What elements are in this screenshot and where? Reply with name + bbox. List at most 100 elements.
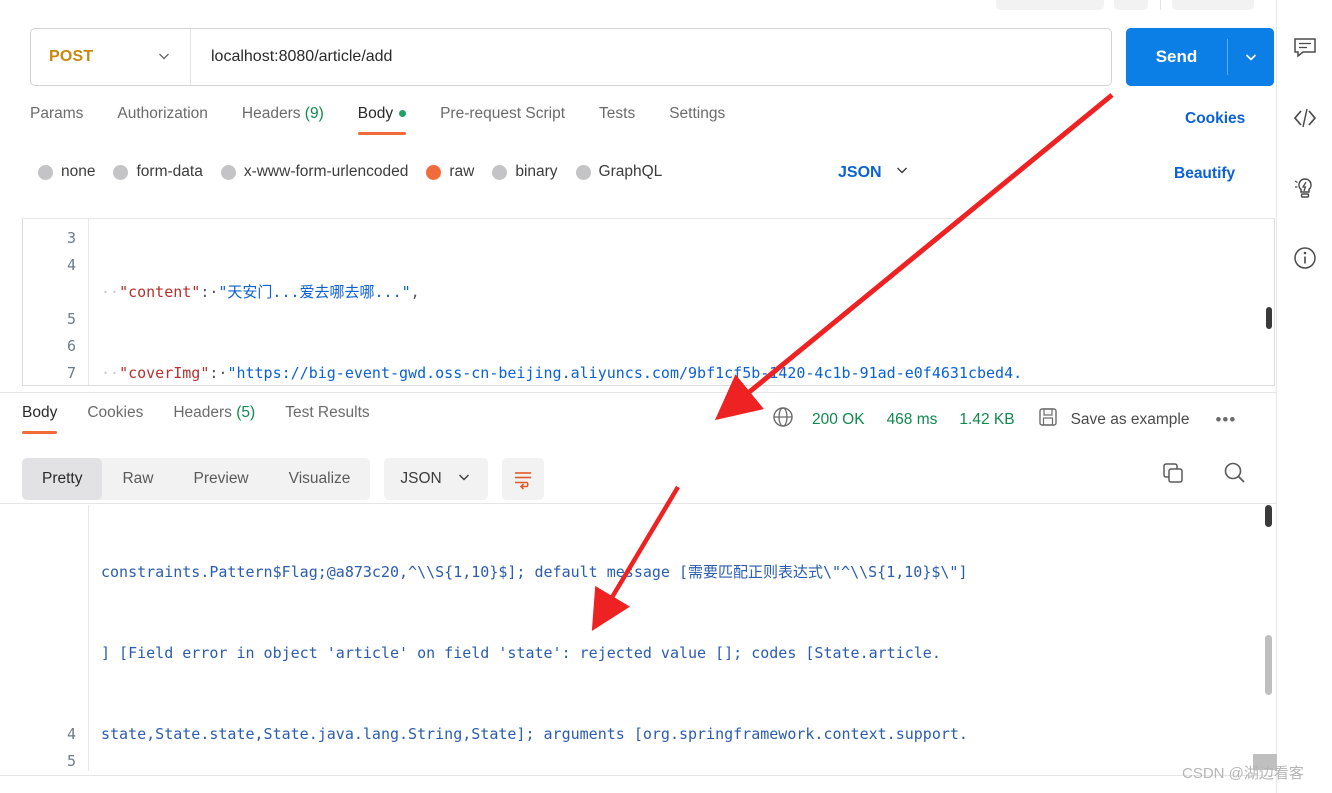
body-type-urlencoded-label: x-www-form-urlencoded bbox=[243, 163, 409, 180]
line-number bbox=[22, 667, 76, 694]
save-as-example-button[interactable]: Save as example bbox=[1071, 411, 1190, 429]
tab-headers-count: (9) bbox=[304, 105, 324, 122]
body-format-label: JSON bbox=[838, 163, 882, 181]
body-type-graphql-label: GraphQL bbox=[598, 163, 663, 180]
line-number bbox=[22, 586, 76, 613]
request-url-input[interactable] bbox=[191, 29, 1111, 85]
wrap-lines-icon[interactable] bbox=[501, 458, 544, 500]
line-number: 7 bbox=[66, 364, 76, 382]
response-actions bbox=[1160, 460, 1248, 491]
radio-raw-icon bbox=[426, 164, 442, 180]
response-line: ] [Field error in object 'article' on fi… bbox=[101, 644, 941, 662]
body-format-selector[interactable]: JSON bbox=[838, 162, 910, 183]
line-number: 6 bbox=[66, 337, 76, 355]
bottom-divider bbox=[0, 775, 1276, 776]
section-divider bbox=[0, 392, 1276, 393]
response-format-selector[interactable]: JSON bbox=[384, 458, 488, 500]
body-type-form-data[interactable]: form-data bbox=[113, 163, 203, 181]
send-button-group: Send bbox=[1126, 28, 1274, 86]
more-options-icon[interactable]: ••• bbox=[1215, 410, 1236, 430]
radio-graphql-icon bbox=[575, 164, 591, 180]
watermark: CSDN @湖边看客 bbox=[1182, 765, 1304, 782]
tab-headers[interactable]: Headers (9) bbox=[242, 105, 324, 135]
top-toolbar-strip bbox=[0, 0, 1332, 12]
line-number bbox=[23, 279, 76, 306]
view-mode-visualize[interactable]: Visualize bbox=[269, 458, 371, 500]
body-type-none-label: none bbox=[61, 163, 96, 180]
tab-tests-label: Tests bbox=[599, 105, 636, 122]
line-number: 5 bbox=[66, 752, 76, 770]
top-chip-1[interactable] bbox=[996, 0, 1104, 10]
body-type-binary-label: binary bbox=[515, 163, 558, 180]
chevron-down-icon bbox=[156, 48, 172, 67]
http-method-selector[interactable]: POST bbox=[31, 29, 191, 85]
view-mode-pretty[interactable]: Pretty bbox=[22, 458, 103, 500]
request-editor-gutter: 3 4 5 6 7 bbox=[23, 219, 89, 385]
tab-authorization[interactable]: Authorization bbox=[117, 105, 207, 135]
top-chip-2[interactable] bbox=[1114, 0, 1148, 10]
json-key: "content" bbox=[119, 283, 201, 301]
body-type-form-data-label: form-data bbox=[136, 163, 203, 180]
response-scrollbar[interactable] bbox=[1265, 635, 1272, 695]
search-icon[interactable] bbox=[1222, 460, 1248, 491]
response-tab-headers-label: Headers bbox=[173, 404, 232, 421]
response-scrollbar-top[interactable] bbox=[1265, 505, 1272, 527]
body-present-dot-icon bbox=[399, 110, 407, 118]
tab-headers-label: Headers bbox=[241, 105, 301, 122]
top-chip-3[interactable] bbox=[1172, 0, 1254, 10]
line-number bbox=[22, 532, 76, 559]
info-icon[interactable] bbox=[1291, 244, 1319, 272]
copy-icon[interactable] bbox=[1160, 460, 1186, 491]
response-tab-body[interactable]: Body bbox=[22, 404, 58, 434]
tab-settings[interactable]: Settings bbox=[669, 105, 725, 135]
tab-authorization-label: Authorization bbox=[117, 105, 208, 122]
response-tab-cookies[interactable]: Cookies bbox=[87, 404, 143, 434]
line-number bbox=[22, 505, 76, 532]
chevron-down-icon bbox=[894, 162, 910, 183]
editor-scrollbar[interactable] bbox=[1266, 307, 1272, 329]
body-type-binary[interactable]: binary bbox=[492, 163, 558, 181]
globe-icon bbox=[772, 406, 794, 433]
tab-tests[interactable]: Tests bbox=[599, 105, 635, 135]
top-divider bbox=[1160, 0, 1161, 10]
view-mode-raw[interactable]: Raw bbox=[102, 458, 173, 500]
send-options-chevron-down-icon[interactable] bbox=[1228, 28, 1274, 86]
tab-body-label: Body bbox=[357, 105, 394, 122]
send-button[interactable]: Send bbox=[1126, 28, 1227, 86]
code-icon[interactable] bbox=[1291, 104, 1319, 132]
body-type-graphql[interactable]: GraphQL bbox=[575, 163, 663, 181]
radio-binary-icon bbox=[492, 164, 508, 180]
response-format-label: JSON bbox=[400, 470, 442, 487]
cookies-link[interactable]: Cookies bbox=[1185, 110, 1245, 128]
json-trail: , bbox=[410, 283, 420, 301]
line-number: 4 bbox=[66, 725, 76, 743]
line-number bbox=[22, 613, 76, 640]
line-number bbox=[22, 694, 76, 721]
response-tab-test-results[interactable]: Test Results bbox=[285, 404, 369, 434]
body-type-none[interactable]: none bbox=[38, 163, 95, 181]
response-tab-cookies-label: Cookies bbox=[87, 404, 144, 421]
code-line: ··"coverImg":·"https://big-event-gwd.oss… bbox=[101, 364, 1023, 382]
line-number bbox=[22, 640, 76, 667]
response-tab-headers[interactable]: Headers (5) bbox=[173, 404, 255, 434]
lightbulb-bolt-icon[interactable] bbox=[1291, 174, 1319, 202]
body-type-raw[interactable]: raw bbox=[426, 163, 474, 181]
request-url-bar: POST bbox=[30, 28, 1112, 86]
comment-icon[interactable] bbox=[1291, 34, 1319, 62]
response-body-viewer[interactable]: 4 5 constraints.Pattern$Flag;@a873c20,^\… bbox=[22, 505, 1275, 771]
request-body-editor[interactable]: 3 4 5 6 7 ··"content":·"天安门...爱去哪去哪...",… bbox=[22, 218, 1275, 386]
radio-urlencoded-icon bbox=[220, 164, 236, 180]
body-type-urlencoded[interactable]: x-www-form-urlencoded bbox=[220, 163, 409, 181]
tab-body[interactable]: Body bbox=[357, 105, 407, 135]
response-code[interactable]: constraints.Pattern$Flag;@a873c20,^\\S{1… bbox=[89, 505, 1275, 771]
body-type-radio-group: none form-data x-www-form-urlencoded raw… bbox=[38, 163, 662, 181]
tab-pre-request-script[interactable]: Pre-request Script bbox=[440, 105, 565, 135]
beautify-link[interactable]: Beautify bbox=[1174, 165, 1235, 183]
tab-params[interactable]: Params bbox=[30, 105, 83, 135]
view-mode-preview[interactable]: Preview bbox=[174, 458, 269, 500]
response-view-segmented: Pretty Raw Preview Visualize bbox=[22, 458, 371, 500]
request-editor-code[interactable]: ··"content":·"天安门...爱去哪去哪...", ··"coverI… bbox=[89, 219, 1274, 385]
response-divider bbox=[0, 503, 1276, 504]
response-tab-test-results-label: Test Results bbox=[285, 404, 370, 421]
line-number: 3 bbox=[66, 229, 76, 247]
